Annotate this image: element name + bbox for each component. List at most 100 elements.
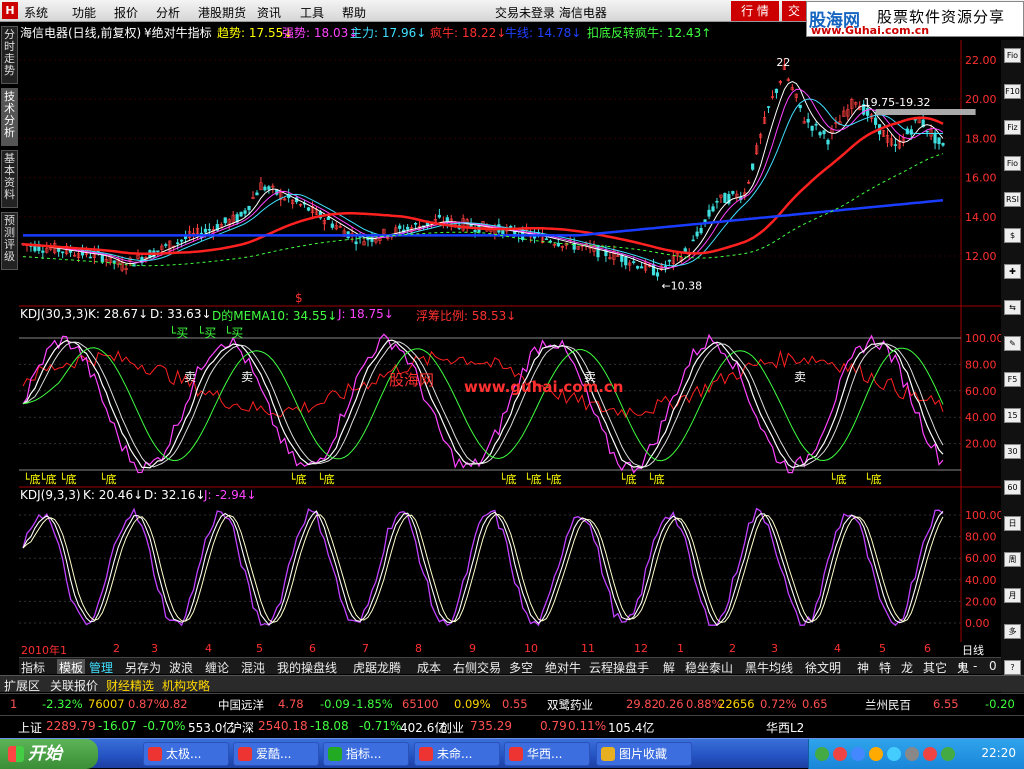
candle-body xyxy=(691,239,695,242)
tray-icon[interactable] xyxy=(815,747,829,761)
indicator-tab[interactable]: 波浪 xyxy=(169,659,193,675)
toolbar-button[interactable]: Fio xyxy=(1004,48,1021,63)
tab-control-button[interactable]: 0 xyxy=(989,659,997,674)
indicator-tab[interactable]: 虎踞龙腾 xyxy=(353,659,401,675)
toolbar-button[interactable]: 30 xyxy=(1004,444,1021,459)
indicator-tab[interactable]: 成本 xyxy=(417,659,441,675)
side-tab-rating[interactable]: 预测评级 xyxy=(1,212,18,270)
tray-icon[interactable] xyxy=(923,747,937,761)
signal-marker: $ xyxy=(295,291,303,305)
kdj30-tick: 100.00 xyxy=(965,332,1001,345)
toolbar-button[interactable]: 15 xyxy=(1004,408,1021,423)
toolbar-button[interactable]: ✚ xyxy=(1004,264,1021,279)
period-label[interactable]: 日线 xyxy=(962,642,984,658)
tray-icon[interactable] xyxy=(833,747,847,761)
toolbar-button[interactable]: 月 xyxy=(1004,588,1021,603)
side-tab-intraday[interactable]: 分时走势 xyxy=(1,26,18,84)
bottom-mark: └底 xyxy=(59,472,77,486)
tray-icon[interactable] xyxy=(905,747,919,761)
sell-mark: 卖 xyxy=(794,370,806,384)
indicator-tab[interactable]: 解 xyxy=(663,659,675,675)
indicator-tab[interactable]: 指标 xyxy=(21,659,45,675)
footer-tab-finance[interactable]: 财经精选 xyxy=(106,677,154,694)
taskbar-task[interactable]: 指标... xyxy=(323,742,409,766)
footer-tab-institution[interactable]: 机构攻略 xyxy=(162,677,210,694)
taskbar-task[interactable]: 华西... xyxy=(504,742,590,766)
footer-tab-related-quote[interactable]: 关联报价 xyxy=(50,677,98,694)
candle-body xyxy=(61,251,65,254)
indicator-tab[interactable]: 黑牛均线 xyxy=(745,659,793,675)
taskbar-task[interactable]: 图片收藏 xyxy=(596,742,692,766)
toolbar-button[interactable]: 周 xyxy=(1004,552,1021,567)
candle-body xyxy=(766,106,771,108)
menu-system[interactable]: 系统 xyxy=(24,4,48,21)
tab-control-button[interactable]: - xyxy=(973,659,977,674)
menu-analysis[interactable]: 分析 xyxy=(156,4,180,21)
kdj30-tick: 60.00 xyxy=(965,385,997,398)
indicator-tab[interactable]: 管理 xyxy=(89,659,113,675)
tray-icon[interactable] xyxy=(851,747,865,761)
tray-icon[interactable] xyxy=(941,747,955,761)
toolbar-button[interactable]: F5 xyxy=(1004,372,1021,387)
toolbar-button[interactable]: Fio xyxy=(1004,156,1021,171)
indicator-tab[interactable]: 我的操盘线 xyxy=(277,659,337,675)
taskbar-task[interactable]: 爱酷... xyxy=(233,742,319,766)
quote-ticker[interactable]: 1 -2.32% 76007 0.87% 0.82 中国远洋 4.78 -0.09 -1.85%… xyxy=(0,693,1024,715)
candle-body xyxy=(814,123,818,126)
kdj30-value: D的MEMA10: 34.55↓ xyxy=(212,309,338,323)
indicator-tab[interactable]: 徐文明 xyxy=(805,659,841,675)
indicator-tab[interactable]: 云程操盘手 xyxy=(589,659,649,675)
toolbar-button[interactable]: ✎ xyxy=(1004,336,1021,351)
indicator-tab[interactable]: 混沌 xyxy=(241,659,265,675)
indicator-tab[interactable]: 右侧交易 xyxy=(453,659,501,675)
indicator-tab[interactable]: 龙 xyxy=(901,659,913,675)
indicator-tab[interactable]: 绝对牛 xyxy=(545,659,581,675)
menu-quote[interactable]: 报价 xyxy=(114,4,138,21)
side-tab-technical[interactable]: 技术分析 xyxy=(1,88,18,146)
chart-area[interactable]: 22←10.3819.75-19.32$ └买 └买 └买卖卖卖卖└底└底 └底 └底 └… xyxy=(19,40,1001,642)
footer-tab-extension[interactable]: 扩展区 xyxy=(4,677,40,694)
candle-body xyxy=(164,244,168,246)
indicator-tab[interactable]: 其它 xyxy=(923,659,947,675)
toolbar-button[interactable]: 60 xyxy=(1004,480,1021,495)
tray-icon[interactable] xyxy=(869,747,883,761)
tray-icon[interactable] xyxy=(887,747,901,761)
menu-news[interactable]: 资讯 xyxy=(257,4,281,21)
menu-tools[interactable]: 工具 xyxy=(300,4,324,21)
toolbar-button[interactable]: 多 xyxy=(1004,624,1021,639)
indicator-tab[interactable]: 多空 xyxy=(509,659,533,675)
toolbar-button[interactable]: $ xyxy=(1004,228,1021,243)
ticker-item: -0.20 xyxy=(985,697,1015,711)
toolbar-button[interactable]: ⇆ xyxy=(1004,300,1021,315)
tab-control-button[interactable]: + xyxy=(957,659,967,674)
indicator-tab[interactable]: 特 xyxy=(879,659,891,675)
indicator-tab[interactable]: 缠论 xyxy=(205,659,229,675)
start-button[interactable]: 开始 xyxy=(0,739,98,769)
tab-quote[interactable]: 行 情 xyxy=(731,1,779,21)
toolbar-button[interactable]: ? xyxy=(1004,660,1021,675)
bottom-mark: └底 xyxy=(619,472,637,486)
ticker-item: 0.09% xyxy=(454,697,491,711)
menu-hk-futures[interactable]: 港股期货 xyxy=(198,4,246,21)
side-tab-fundamental[interactable]: 基本资料 xyxy=(1,150,18,208)
toolbar-button[interactable]: RSI xyxy=(1004,192,1021,207)
index-item: -0.71% xyxy=(359,719,402,733)
index-item: 0.79 xyxy=(540,719,567,733)
indicator-tab[interactable]: 神 xyxy=(857,659,869,675)
taskbar-task[interactable]: 太极... xyxy=(143,742,229,766)
candle-body xyxy=(100,255,104,262)
sell-mark: 卖 xyxy=(241,370,253,384)
indicator-tab[interactable]: 稳坐泰山 xyxy=(685,659,733,675)
candle-body xyxy=(632,261,636,263)
time-tick: 10 xyxy=(524,642,538,655)
toolbar-button[interactable]: Fiz xyxy=(1004,120,1021,135)
toolbar-button[interactable]: 日 xyxy=(1004,516,1021,531)
menu-help[interactable]: 帮助 xyxy=(342,4,366,21)
index-ticker[interactable]: 上证 2289.79 -16.07 -0.70% 553.0亿 沪深 2540.18 -18.… xyxy=(0,715,1024,737)
indicator-tab[interactable]: 另存为 xyxy=(125,659,161,675)
indicator-tab[interactable]: 模板 xyxy=(57,659,86,675)
menu-function[interactable]: 功能 xyxy=(72,4,96,21)
taskbar-task[interactable]: 未命... xyxy=(414,742,500,766)
toolbar-button[interactable]: F10 xyxy=(1004,84,1021,99)
tab-trade[interactable]: 交 xyxy=(782,1,806,21)
